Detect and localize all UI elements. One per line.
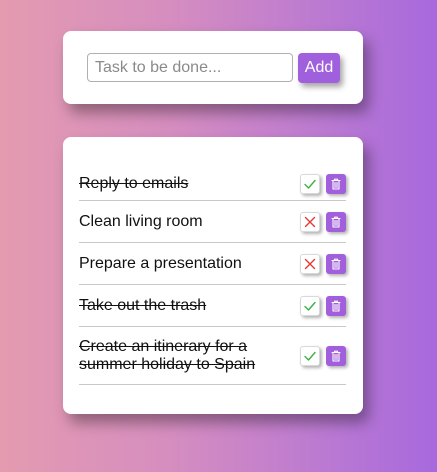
trash-icon (331, 258, 341, 270)
task-actions (300, 211, 346, 232)
trash-icon (331, 216, 341, 228)
task-actions (300, 295, 346, 316)
task-text: Clean living room (79, 212, 203, 230)
task-list-card: Reply to emails Clean living room Prepar… (63, 137, 363, 414)
x-icon (304, 258, 316, 269)
task-row: Create an itinerary for a summer holiday… (79, 327, 346, 385)
task-list: Reply to emails Clean living room Prepar… (79, 167, 346, 385)
task-row: Clean living room (79, 201, 346, 243)
delete-button[interactable] (326, 253, 346, 274)
x-icon (304, 216, 316, 227)
check-icon (304, 351, 316, 361)
toggle-done-button[interactable] (300, 345, 320, 366)
check-icon (304, 301, 316, 311)
task-actions (300, 173, 346, 194)
task-text: Create an itinerary for a summer holiday… (79, 337, 256, 373)
trash-icon (331, 300, 341, 312)
task-row: Prepare a presentation (79, 243, 346, 285)
toggle-done-button[interactable] (300, 253, 320, 274)
toggle-done-button[interactable] (300, 211, 320, 232)
check-icon (304, 179, 316, 189)
task-text: Prepare a presentation (79, 254, 242, 272)
toggle-done-button[interactable] (300, 173, 320, 194)
toggle-done-button[interactable] (300, 295, 320, 316)
task-text: Take out the trash (79, 296, 207, 314)
delete-button[interactable] (326, 173, 346, 194)
trash-icon (331, 350, 341, 362)
task-actions (300, 253, 346, 274)
add-button[interactable]: Add (298, 53, 340, 83)
task-form-card: Add (63, 31, 363, 104)
delete-button[interactable] (326, 345, 346, 366)
trash-icon (331, 178, 341, 190)
task-input[interactable] (87, 53, 293, 82)
delete-button[interactable] (326, 211, 346, 232)
task-row: Take out the trash (79, 285, 346, 327)
task-actions (300, 345, 346, 366)
delete-button[interactable] (326, 295, 346, 316)
task-row: Reply to emails (79, 167, 346, 201)
task-text: Reply to emails (79, 174, 189, 192)
